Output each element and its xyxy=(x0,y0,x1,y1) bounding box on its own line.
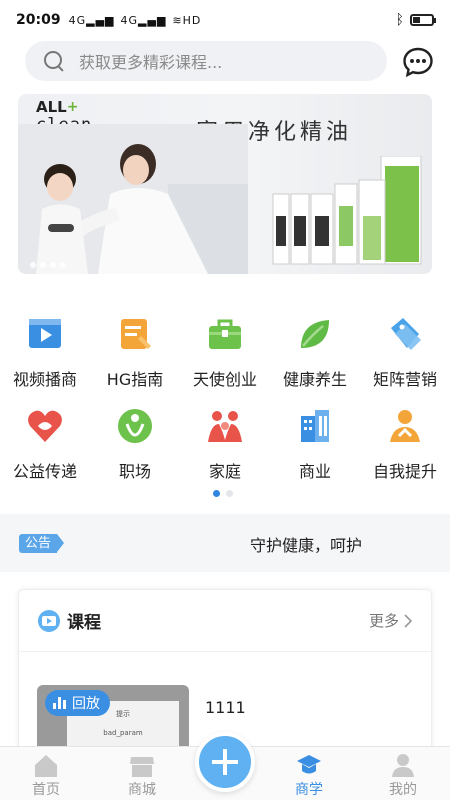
bar-chart-icon xyxy=(53,697,66,709)
notice-bar[interactable]: 公告 守护健康，呵护 xyxy=(0,514,450,572)
self-improve-icon xyxy=(390,410,420,442)
video-icon xyxy=(29,319,61,348)
person-leaf-icon xyxy=(118,409,152,443)
plus-icon xyxy=(212,749,238,775)
banner-photo xyxy=(18,124,248,274)
search-bar[interactable]: 获取更多精彩课程... xyxy=(25,41,387,81)
battery-icon xyxy=(410,14,436,26)
status-time: 20:09 xyxy=(16,12,61,28)
guide-icon xyxy=(121,319,151,349)
search-icon xyxy=(43,50,65,72)
home-icon xyxy=(35,755,57,777)
category-angel-startup[interactable]: 天使创业 xyxy=(180,314,270,406)
category-health[interactable]: 健康养生 xyxy=(270,314,360,406)
course-name[interactable]: 1111 xyxy=(205,698,246,717)
leaf-icon xyxy=(301,320,329,348)
signal-4g-1: 4G▂▄▆ xyxy=(68,13,115,27)
category-pager xyxy=(213,490,233,497)
store-icon xyxy=(130,757,154,777)
category-charity[interactable]: 公益传递 xyxy=(0,406,90,498)
more-courses-link[interactable]: 更多 xyxy=(369,610,413,631)
family-icon xyxy=(208,411,242,442)
chat-bubble-icon xyxy=(403,47,433,78)
promo-banner[interactable]: ALL+ clean 家用净化精油 xyxy=(18,94,432,274)
play-circle-icon xyxy=(38,609,60,632)
graduation-cap-icon xyxy=(297,755,321,774)
tab-mine[interactable]: 我的 xyxy=(371,753,435,799)
product-boxes xyxy=(272,156,422,265)
course-header: 课程 更多 xyxy=(19,590,431,652)
search-input[interactable]: 获取更多精彩课程... xyxy=(79,49,222,73)
user-icon xyxy=(392,754,414,777)
chevron-right-icon xyxy=(404,613,413,628)
heart-icon xyxy=(28,410,62,442)
message-button[interactable] xyxy=(402,46,434,78)
briefcase-icon xyxy=(209,319,241,349)
building-icon xyxy=(301,410,329,442)
tab-home[interactable]: 首页 xyxy=(14,753,78,799)
app-screen: 20:09 4G▂▄▆ 4G▂▄▆ ≋HD ᛒ 获取更多精彩课程... ALL+… xyxy=(0,0,450,800)
tab-business-school[interactable]: 商学 xyxy=(277,753,341,799)
notice-badge: 公告 xyxy=(19,534,65,553)
wifi-hd-indicator: ≋HD xyxy=(172,13,202,27)
add-button[interactable] xyxy=(195,732,255,792)
status-bar: 20:09 4G▂▄▆ 4G▂▄▆ ≋HD ᛒ xyxy=(0,0,450,40)
category-business[interactable]: 商业 xyxy=(270,406,360,498)
signal-4g-2: 4G▂▄▆ xyxy=(120,13,167,27)
tag-icon xyxy=(391,318,421,350)
category-video[interactable]: 视频播商 xyxy=(0,314,90,406)
notice-text: 守护健康，呵护 xyxy=(250,536,363,555)
category-matrix-marketing[interactable]: 矩阵营销 xyxy=(360,314,450,406)
tab-store[interactable]: 商城 xyxy=(110,753,174,799)
bluetooth-icon: ᛒ xyxy=(395,12,404,28)
category-family[interactable]: 家庭 xyxy=(180,406,270,498)
category-self-improvement[interactable]: 自我提升 xyxy=(360,406,450,498)
course-section-title: 课程 xyxy=(67,613,101,633)
category-grid: 视频播商 HG指南 天使创业 健康养生 矩阵营销 公益传递 职场 家庭 商业 自… xyxy=(0,314,450,498)
category-hg-guide[interactable]: HG指南 xyxy=(90,314,180,406)
replay-badge: 回放 xyxy=(45,690,110,716)
category-workplace[interactable]: 职场 xyxy=(90,406,180,498)
banner-pager xyxy=(30,262,66,268)
